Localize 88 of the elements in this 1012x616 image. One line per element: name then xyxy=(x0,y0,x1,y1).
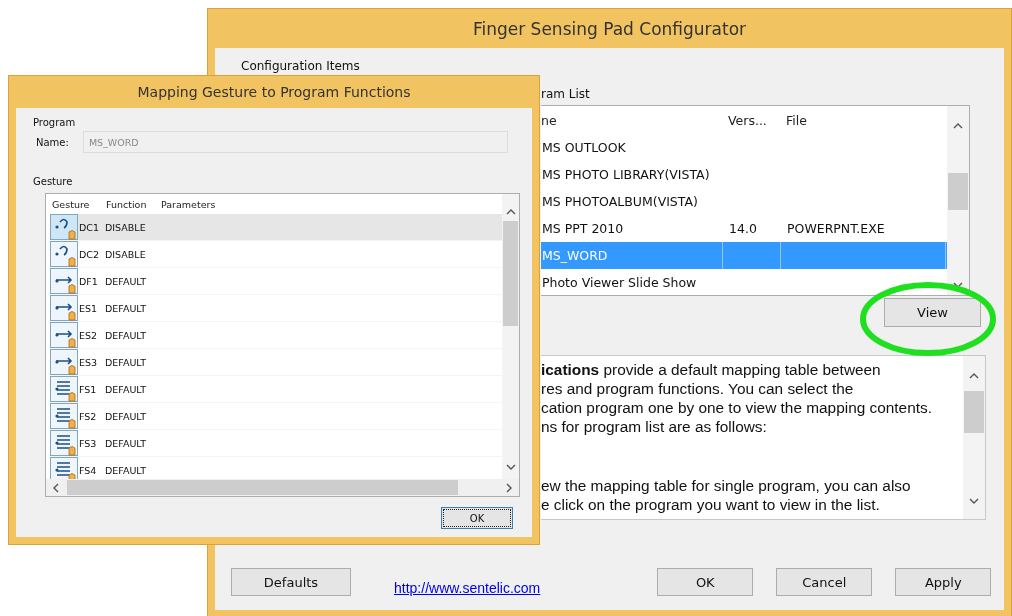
gesture-code: ES2 xyxy=(79,329,99,341)
dialog-button[interactable]: Apply xyxy=(895,568,992,596)
table-cell-text: Photo Viewer Slide Show xyxy=(541,274,698,292)
gesture-icon xyxy=(50,430,79,456)
gesture-code: ES1 xyxy=(79,302,99,314)
gesture-code: FS2 xyxy=(79,410,98,422)
scroll-up-icon[interactable] xyxy=(505,208,516,215)
column-header[interactable]: Function xyxy=(106,198,161,210)
scroll-thumb[interactable] xyxy=(948,173,968,210)
column-header[interactable]: Vers... xyxy=(723,112,781,128)
gesture-row[interactable]: DF1 DEFAULT xyxy=(50,268,502,295)
gesture-code: FS4 xyxy=(79,464,98,476)
function-cell-text: DEFAULT xyxy=(105,275,148,287)
dialog-button[interactable]: OK xyxy=(657,568,754,596)
gesture-row[interactable]: ES2 DEFAULT xyxy=(50,322,502,349)
gesture-icon xyxy=(50,349,79,375)
gesture-row[interactable]: DC2 DISABLE xyxy=(50,241,502,268)
description-text: ew the mapping table for single program, you can also xyxy=(541,476,912,495)
table-cell-text: POWERPNT.EXE xyxy=(786,220,886,238)
gesture-icon xyxy=(50,376,79,402)
description-text: ns for program list are as follows: xyxy=(541,417,768,436)
column-header[interactable]: Parameters xyxy=(161,198,251,210)
gesture-code: DC2 xyxy=(79,248,100,260)
scroll-thumb[interactable] xyxy=(503,221,518,326)
scroll-thumb[interactable] xyxy=(67,480,458,495)
scroll-left-icon[interactable] xyxy=(52,482,59,493)
vertical-scrollbar[interactable] xyxy=(947,106,969,295)
window-title: Finger Sensing Pad Configurator xyxy=(471,17,748,41)
function-cell-text: DISABLE xyxy=(105,221,147,233)
gesture-code: DF1 xyxy=(79,275,99,287)
scroll-up-icon[interactable] xyxy=(969,372,979,379)
gesture-row[interactable]: FS1 DEFAULT xyxy=(50,376,502,403)
view-button[interactable]: View xyxy=(884,298,981,327)
gesture-icon xyxy=(50,214,79,240)
description-text: e click on the program you want to view in the list. xyxy=(541,495,881,514)
vertical-scrollbar[interactable] xyxy=(963,356,985,519)
table-cell-text: MS OUTLOOK xyxy=(541,139,627,157)
description-text: ications provide a default mapping table between xyxy=(541,360,882,379)
vertical-scrollbar[interactable] xyxy=(502,194,519,479)
function-cell-text: DEFAULT xyxy=(105,464,148,476)
gesture-code: FS3 xyxy=(79,437,98,449)
gesture-row[interactable]: DC1 DISABLE xyxy=(50,214,502,241)
function-cell-text: DEFAULT xyxy=(105,302,148,314)
group-label: ram List xyxy=(541,87,591,101)
dialog-title: Mapping Gesture to Program Functions xyxy=(136,83,412,102)
table-cell-text: MS PHOTOALBUM(VISTA) xyxy=(541,193,699,211)
dialog-button[interactable]: Cancel xyxy=(776,568,873,596)
function-cell-text: DEFAULT xyxy=(105,383,148,395)
gesture-icon xyxy=(50,322,79,348)
scroll-down-icon[interactable] xyxy=(505,464,516,471)
defaults-button[interactable]: Defaults xyxy=(231,568,351,596)
function-cell-text: DEFAULT xyxy=(105,437,148,449)
scroll-down-icon[interactable] xyxy=(969,498,979,505)
table-cell-text: MS PPT 2010 xyxy=(541,220,625,238)
gesture-row[interactable]: FS3 DEFAULT xyxy=(50,430,502,457)
function-cell-text: DEFAULT xyxy=(105,410,148,422)
table-cell-text: MS PHOTO LIBRARY(VISTA) xyxy=(541,166,711,184)
scroll-up-icon[interactable] xyxy=(953,122,963,129)
group-label: Gesture xyxy=(33,176,73,187)
gesture-row[interactable]: ES3 DEFAULT xyxy=(50,349,502,376)
website-link[interactable]: http://www.sentelic.com xyxy=(394,580,541,596)
group-label: Program xyxy=(33,117,77,128)
gesture-row[interactable]: FS2 DEFAULT xyxy=(50,403,502,430)
column-header[interactable]: Gesture xyxy=(52,198,106,210)
table-cell-text: 14.0 xyxy=(728,220,758,238)
description-text: res and program functions. You can select the xyxy=(541,379,855,398)
gesture-row[interactable]: ES1 DEFAULT xyxy=(50,295,502,322)
gesture-icon xyxy=(50,268,79,294)
scroll-right-icon[interactable] xyxy=(506,482,513,493)
gesture-icon xyxy=(50,403,79,429)
ok-button[interactable]: OK xyxy=(441,507,513,529)
gesture-icon xyxy=(50,457,79,479)
horizontal-scrollbar[interactable] xyxy=(46,479,519,496)
name-label: Name: xyxy=(36,136,69,148)
gesture-icon xyxy=(50,295,79,321)
gesture-code: ES3 xyxy=(79,356,99,368)
column-header[interactable]: File xyxy=(781,112,946,128)
gesture-code: FS1 xyxy=(79,383,98,395)
gesture-icon xyxy=(50,241,79,267)
function-cell-text: DEFAULT xyxy=(105,356,148,368)
column-header[interactable]: ne xyxy=(541,112,723,128)
function-cell-text: DISABLE xyxy=(105,248,147,260)
scroll-down-icon[interactable] xyxy=(953,282,963,289)
scroll-thumb[interactable] xyxy=(964,391,984,433)
group-label: Configuration Items xyxy=(241,59,360,73)
function-cell-text: DEFAULT xyxy=(105,329,148,341)
description-text: cation program one by one to view the mapping contents. xyxy=(541,398,933,417)
gesture-code: DC1 xyxy=(79,221,100,233)
